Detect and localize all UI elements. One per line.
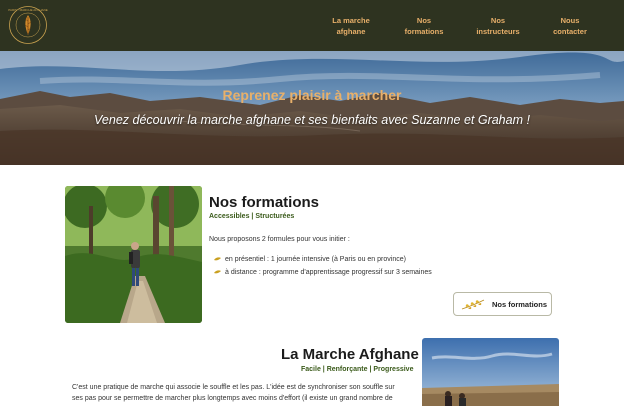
nav-item-marche-afghane[interactable]: La marche afghane	[331, 15, 371, 37]
logo-emblem-icon: PARIS · MARCHE AFGHANE	[8, 6, 48, 44]
nav-item-contact[interactable]: Nous contacter	[550, 15, 590, 37]
list-item-text: en présentiel : 1 journée intensive (à P…	[225, 256, 406, 263]
top-navbar: PARIS · MARCHE AFGHANE La marche afghane…	[0, 0, 624, 51]
nav-item-label: afghane	[336, 27, 366, 36]
marche-text-line: ses pas pour se permettre de marcher plu…	[72, 395, 393, 402]
nav-item-label: La marche	[332, 16, 370, 25]
nav-item-label: instructeurs	[476, 27, 520, 36]
desert-walk-photo	[422, 338, 559, 406]
formations-button[interactable]: Nos formations	[453, 292, 552, 316]
logo-text: PARIS · MARCHE AFGHANE	[8, 8, 48, 12]
hero-subtitle: Venez découvrir la marche afghane et ses…	[94, 113, 530, 127]
formations-title: Nos formations	[209, 194, 320, 211]
marche-text-line: C'est une pratique de marche qui associe…	[72, 384, 395, 391]
list-item: en présentiel : 1 journée intensive (à P…	[214, 253, 432, 266]
wheat-icon	[461, 299, 485, 310]
forest-walk-photo	[65, 186, 202, 323]
formations-list: en présentiel : 1 journée intensive (à P…	[214, 253, 432, 279]
list-item: à distance : programme d'apprentissage p…	[214, 266, 432, 279]
hero-banner: Reprenez plaisir à marcher Venez découvr…	[0, 51, 624, 165]
nav-item-label: contacter	[553, 27, 587, 36]
marche-title: La Marche Afghane	[281, 346, 419, 363]
formations-button-label: Nos formations	[492, 300, 548, 309]
list-item-text: à distance : programme d'apprentissage p…	[225, 269, 432, 276]
nav-item-label: Nos	[490, 16, 506, 25]
hero-title: Reprenez plaisir à marcher	[222, 87, 402, 103]
nav-item-formations[interactable]: Nos formations	[402, 15, 446, 37]
leaf-bullet-icon	[214, 270, 221, 274]
nav-item-label: Nos	[416, 16, 432, 25]
nav-item-instructeurs[interactable]: Nos instructeurs	[474, 15, 522, 37]
hero-landscape-image	[0, 51, 624, 165]
formations-intro: Nous proposons 2 formules pour vous init…	[209, 236, 350, 243]
formations-tagline: Accessibles | Structurées	[209, 213, 295, 220]
leaf-bullet-icon	[214, 257, 221, 261]
logo[interactable]: PARIS · MARCHE AFGHANE	[8, 5, 48, 45]
marche-tagline: Facile | Renforçante | Progressive	[301, 366, 414, 373]
marche-description: C'est une pratique de marche qui associe…	[72, 382, 412, 404]
nav-item-label: formations	[404, 27, 444, 36]
nav-item-label: Nous	[560, 16, 580, 25]
